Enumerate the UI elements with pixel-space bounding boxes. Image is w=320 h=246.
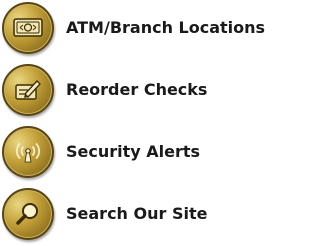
alert-signal-icon [2, 126, 54, 178]
menu-item-label: Search Our Site [66, 204, 208, 223]
quick-links-menu: ATM/Branch Locations Reorder Checks Secu… [0, 0, 296, 242]
menu-item-atm-branch-locations[interactable]: ATM/Branch Locations [0, 0, 296, 60]
check-pen-icon [2, 64, 54, 116]
search-icon [2, 188, 54, 240]
menu-item-search-our-site[interactable]: Search Our Site [0, 186, 296, 246]
menu-item-label: ATM/Branch Locations [66, 18, 266, 37]
menu-item-reorder-checks[interactable]: Reorder Checks [0, 62, 296, 122]
menu-item-label: Security Alerts [66, 142, 201, 161]
atm-card-icon [2, 2, 54, 54]
menu-item-label: Reorder Checks [66, 80, 208, 99]
menu-item-security-alerts[interactable]: Security Alerts [0, 124, 296, 184]
